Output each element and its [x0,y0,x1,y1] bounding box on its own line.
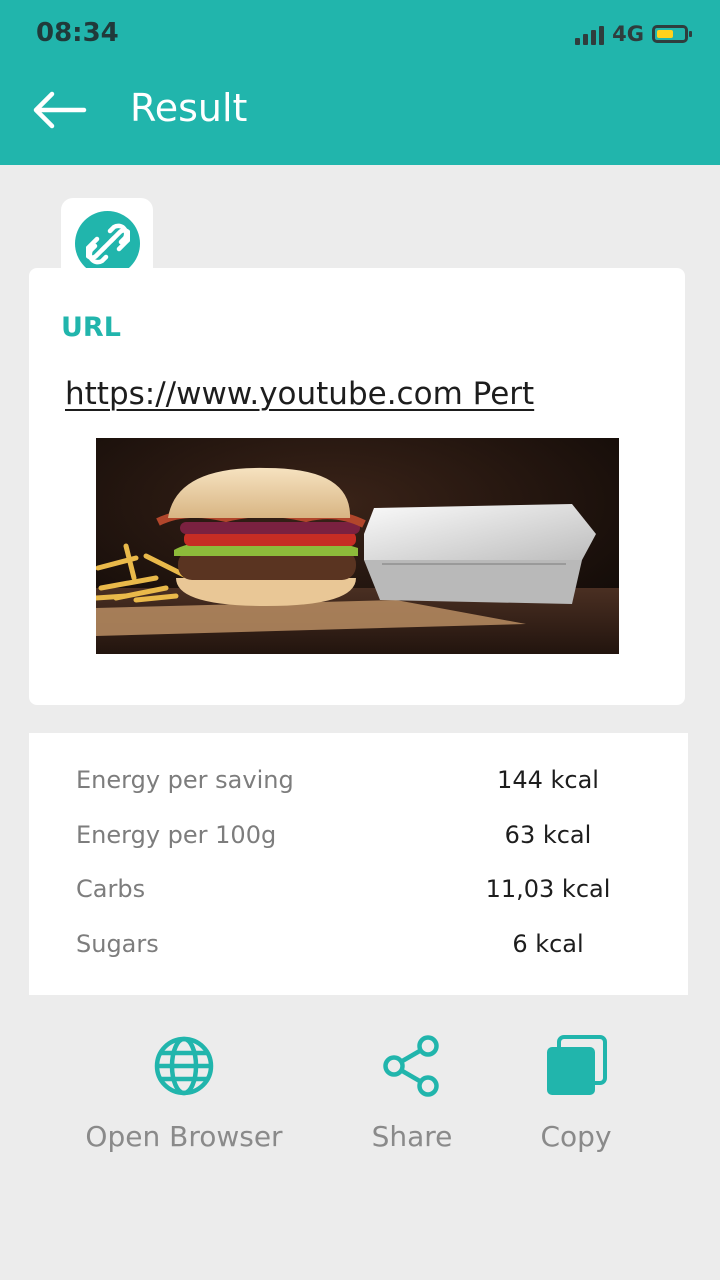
nutrition-value: 63 kcal [504,821,592,849]
result-url-link[interactable]: https://www.youtube.com Pert [65,376,534,412]
nutrition-label: Carbs [76,875,146,903]
type-badge [75,211,140,276]
table-row: Energy per 100g 63 kcal [29,821,688,861]
nutrition-value: 6 kcal [512,930,584,958]
nutrition-value: 11,03 kcal [485,875,611,903]
status-indicators: 4G [575,22,692,46]
copy-button[interactable]: Copy [526,1030,626,1153]
nutrition-table: Energy per saving 144 kcal Energy per 10… [29,733,688,995]
open-browser-label: Open Browser [85,1120,283,1153]
nutrition-value: 144 kcal [497,766,599,794]
arrow-left-icon [33,91,87,129]
result-type-label: URL [61,312,121,343]
battery-icon [652,25,692,43]
burger-photo [96,438,619,654]
open-browser-button[interactable]: Open Browser [84,1030,284,1153]
copy-label: Copy [540,1120,612,1153]
share-label: Share [371,1120,453,1153]
status-time: 08:34 [36,18,119,48]
app-header: 08:34 4G Result [0,0,720,165]
nutrition-label: Energy per 100g [76,821,277,849]
table-row: Energy per saving 144 kcal [29,766,688,806]
link-icon [85,223,130,264]
nutrition-label: Energy per saving [76,766,294,794]
table-row: Carbs 11,03 kcal [29,875,688,915]
back-button[interactable] [28,84,92,136]
result-card: URL https://www.youtube.com Pert [29,268,685,705]
network-type: 4G [612,22,644,46]
copy-icon [545,1030,607,1102]
table-row: Sugars 6 kcal [29,930,688,970]
share-icon [382,1030,442,1102]
globe-icon [153,1030,215,1102]
nutrition-label: Sugars [76,930,159,958]
page-title: Result [130,86,248,130]
signal-bars-icon [575,23,605,45]
battery-level [657,30,673,38]
share-button[interactable]: Share [362,1030,462,1153]
